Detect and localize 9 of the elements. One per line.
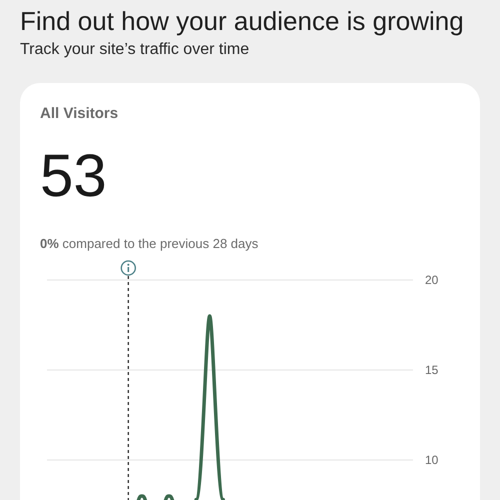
y-axis-label: 15 bbox=[425, 363, 438, 377]
page-title: Find out how your audience is growing bbox=[20, 5, 464, 38]
y-axis-label: 20 bbox=[425, 273, 438, 287]
visitor-count: 53 bbox=[40, 146, 107, 206]
card-label: All Visitors bbox=[40, 104, 118, 124]
y-axis-label: 10 bbox=[425, 453, 438, 467]
page-subtitle: Track your site’s traffic over time bbox=[20, 40, 250, 60]
info-icon[interactable] bbox=[120, 260, 136, 276]
comparison-text: 0% compared to the previous 28 days bbox=[40, 234, 258, 253]
